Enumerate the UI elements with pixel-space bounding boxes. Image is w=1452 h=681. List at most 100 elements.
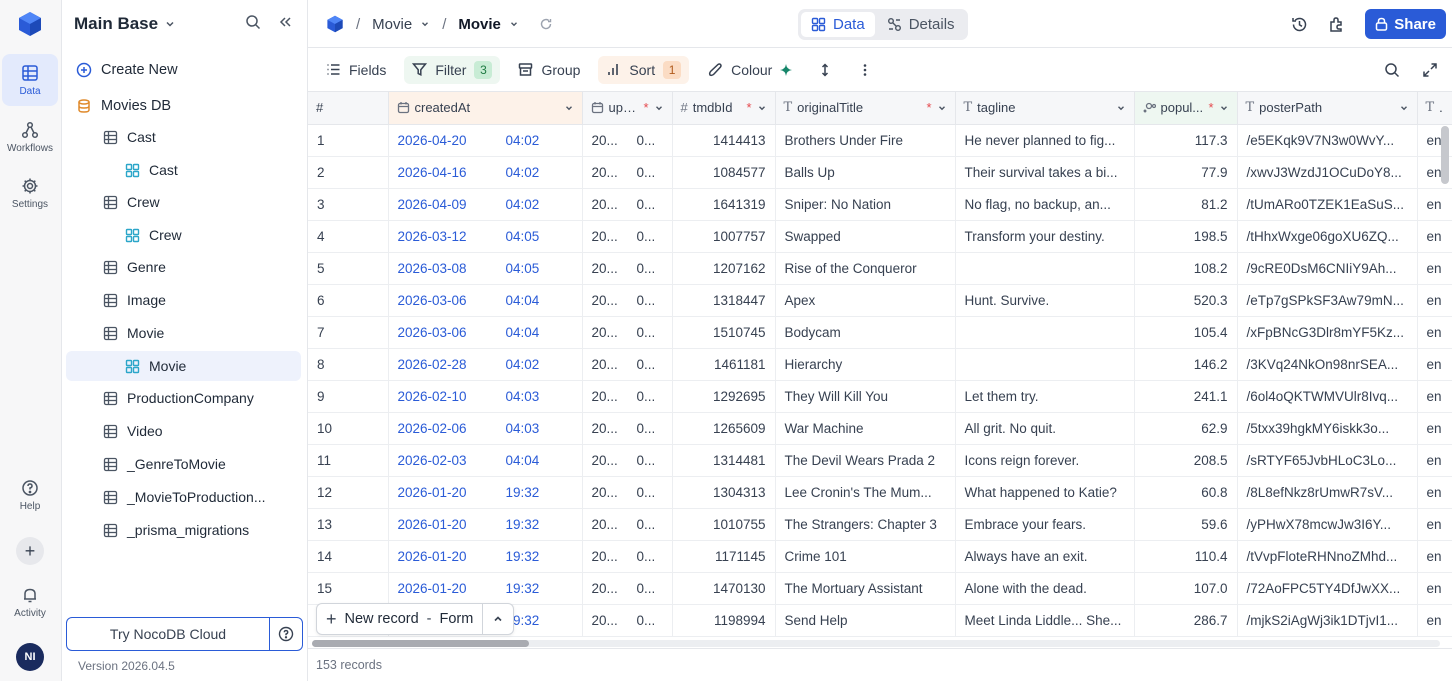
table-row[interactable]: 7 2026-03-06 04:04 20... 0... 1510745 Bodycam… [308, 316, 1452, 349]
popularity-cell[interactable]: 107.0 [1134, 572, 1238, 605]
table-row[interactable]: 15 2026-01-20 19:32 20... 0... 1470130 The Mo… [308, 572, 1452, 605]
poster-path-cell[interactable]: /3KVq24NkOn98nrSEA... [1237, 348, 1418, 381]
tmdb-id-cell[interactable]: 1007757 [672, 220, 776, 253]
table-row[interactable]: 1 2026-04-20 04:02 20... 0... 1414413 Brother… [308, 124, 1452, 157]
created-at-cell[interactable]: 2026-01-20 19:32 [388, 572, 583, 605]
original-title-cell[interactable]: Hierarchy [775, 348, 956, 381]
try-cloud-button[interactable]: Try NocoDB Cloud [66, 617, 303, 651]
poster-path-cell[interactable]: /72AoFPC5TY4DfJwXX... [1237, 572, 1418, 605]
original-title-cell[interactable]: The Strangers: Chapter 3 [775, 508, 956, 541]
updated-at-cell[interactable]: 20... 0... [582, 444, 673, 477]
sort-button[interactable]: Sort 1 [598, 55, 690, 84]
original-title-cell[interactable]: The Mortuary Assistant [775, 572, 956, 605]
sidebar-table--prisma-migrations[interactable]: _prisma_migrations [66, 515, 301, 545]
chevron-down-icon[interactable] [509, 19, 519, 29]
create-new-button[interactable]: Create New [76, 55, 301, 85]
original-title-cell[interactable]: Swapped [775, 220, 956, 253]
table-row[interactable]: 2 2026-04-16 04:02 20... 0... 1084577 Balls U… [308, 156, 1452, 189]
created-at-cell[interactable]: 2026-01-20 19:32 [388, 476, 583, 509]
language-cell[interactable]: en [1417, 252, 1452, 285]
more-options-button[interactable] [850, 56, 880, 84]
popularity-cell[interactable]: 62.9 [1134, 412, 1238, 445]
tmdb-id-cell[interactable]: 1304313 [672, 476, 776, 509]
column-header-tmdbid[interactable]: # tmdbId * [672, 92, 776, 125]
tagline-cell[interactable]: Always have an exit. [955, 540, 1135, 573]
rail-item-settings[interactable]: Settings [2, 167, 58, 219]
created-at-cell[interactable]: 2026-01-20 19:32 [388, 508, 583, 541]
updated-at-cell[interactable]: 20... 0... [582, 412, 673, 445]
language-cell[interactable]: en [1417, 444, 1452, 477]
poster-path-cell[interactable]: /5txx39hgkMY6iskk3o... [1237, 412, 1418, 445]
table-row[interactable]: 12 2026-01-20 19:32 20... 0... 1304313 Lee Cr… [308, 476, 1452, 509]
table-row[interactable]: 14 2026-01-20 19:32 20... 0... 1171145 Crime … [308, 540, 1452, 573]
language-cell[interactable]: en [1417, 540, 1452, 573]
sidebar-table-crew[interactable]: Crew [66, 187, 301, 217]
tmdb-id-cell[interactable]: 1318447 [672, 284, 776, 317]
popularity-cell[interactable]: 241.1 [1134, 380, 1238, 413]
created-at-cell[interactable]: 2026-03-08 04:05 [388, 252, 583, 285]
popularity-cell[interactable]: 105.4 [1134, 316, 1238, 349]
table-row[interactable]: 3 2026-04-09 04:02 20... 0... 1641319 Sniper:… [308, 188, 1452, 221]
sidebar-table-cast[interactable]: Cast [66, 122, 301, 152]
created-at-cell[interactable]: 2026-02-28 04:02 [388, 348, 583, 381]
tagline-cell[interactable]: Icons reign forever. [955, 444, 1135, 477]
tagline-cell[interactable]: Embrace your fears. [955, 508, 1135, 541]
chevron-down-icon[interactable] [564, 103, 574, 113]
collapse-sidebar-icon[interactable] [277, 14, 293, 30]
original-title-cell[interactable]: Balls Up [775, 156, 956, 189]
tagline-cell[interactable]: What happened to Katie? [955, 476, 1135, 509]
chevron-down-icon[interactable] [420, 19, 430, 29]
tmdb-id-cell[interactable]: 1470130 [672, 572, 776, 605]
tmdb-id-cell[interactable]: 1510745 [672, 316, 776, 349]
created-at-cell[interactable]: 2026-03-06 04:04 [388, 316, 583, 349]
language-cell[interactable]: en [1417, 348, 1452, 381]
sidebar-table-genre[interactable]: Genre [66, 252, 301, 282]
created-at-cell[interactable]: 2026-04-20 04:02 [388, 124, 583, 157]
sidebar-table-image[interactable]: Image [66, 285, 301, 315]
language-cell[interactable]: en [1417, 284, 1452, 317]
tmdb-id-cell[interactable]: 1010755 [672, 508, 776, 541]
tagline-cell[interactable]: Transform your destiny. [955, 220, 1135, 253]
language-cell[interactable]: en [1417, 220, 1452, 253]
column-header-upd-[interactable]: upd... * [582, 92, 673, 125]
chevron-down-icon[interactable] [1399, 103, 1409, 113]
updated-at-cell[interactable]: 20... 0... [582, 572, 673, 605]
tmdb-id-cell[interactable]: 1461181 [672, 348, 776, 381]
tmdb-id-cell[interactable]: 1084577 [672, 156, 776, 189]
updated-at-cell[interactable]: 20... 0... [582, 380, 673, 413]
created-at-cell[interactable]: 2026-03-06 04:04 [388, 284, 583, 317]
popularity-cell[interactable]: 146.2 [1134, 348, 1238, 381]
tagline-cell[interactable]: Let them try. [955, 380, 1135, 413]
help-icon[interactable] [278, 626, 294, 642]
table-row[interactable]: 4 2026-03-12 04:05 20... 0... 1007757 Swapped… [308, 220, 1452, 253]
horizontal-scrollbar[interactable] [312, 640, 529, 647]
original-title-cell[interactable]: Brothers Under Fire [775, 124, 956, 157]
rail-item-activity[interactable]: Activity [2, 576, 58, 628]
original-title-cell[interactable]: Sniper: No Nation [775, 188, 956, 221]
created-at-cell[interactable]: 2026-04-16 04:02 [388, 156, 583, 189]
add-base-button[interactable]: + [16, 537, 44, 565]
poster-path-cell[interactable]: /8L8efNkz8rUmwR7sV... [1237, 476, 1418, 509]
updated-at-cell[interactable]: 20... 0... [582, 188, 673, 221]
fields-button[interactable]: Fields [318, 56, 394, 84]
reload-icon[interactable] [539, 17, 553, 31]
updated-at-cell[interactable]: 20... 0... [582, 284, 673, 317]
poster-path-cell[interactable]: /9cRE0DsM6CNIiY9Ah... [1237, 252, 1418, 285]
popularity-cell[interactable]: 60.8 [1134, 476, 1238, 509]
table-row[interactable]: 10 2026-02-06 04:03 20... 0... 1265609 War Ma… [308, 412, 1452, 445]
history-icon[interactable] [1291, 16, 1308, 33]
original-title-cell[interactable]: Bodycam [775, 316, 956, 349]
avatar[interactable]: NI [16, 643, 44, 671]
popularity-cell[interactable]: 108.2 [1134, 252, 1238, 285]
updated-at-cell[interactable]: 20... 0... [582, 124, 673, 157]
group-button[interactable]: Group [510, 56, 588, 84]
chevron-down-icon[interactable] [1219, 103, 1229, 113]
language-cell[interactable]: en [1417, 412, 1452, 445]
original-title-cell[interactable]: They Will Kill You [775, 380, 956, 413]
created-at-cell[interactable]: 2026-03-12 04:05 [388, 220, 583, 253]
tmdb-id-cell[interactable]: 1198994 [672, 604, 776, 637]
poster-path-cell[interactable]: /tHhxWxge06goXU6ZQ... [1237, 220, 1418, 253]
chevron-down-icon[interactable] [937, 103, 947, 113]
created-at-cell[interactable]: 2026-02-06 04:03 [388, 412, 583, 445]
popularity-cell[interactable]: 77.9 [1134, 156, 1238, 189]
